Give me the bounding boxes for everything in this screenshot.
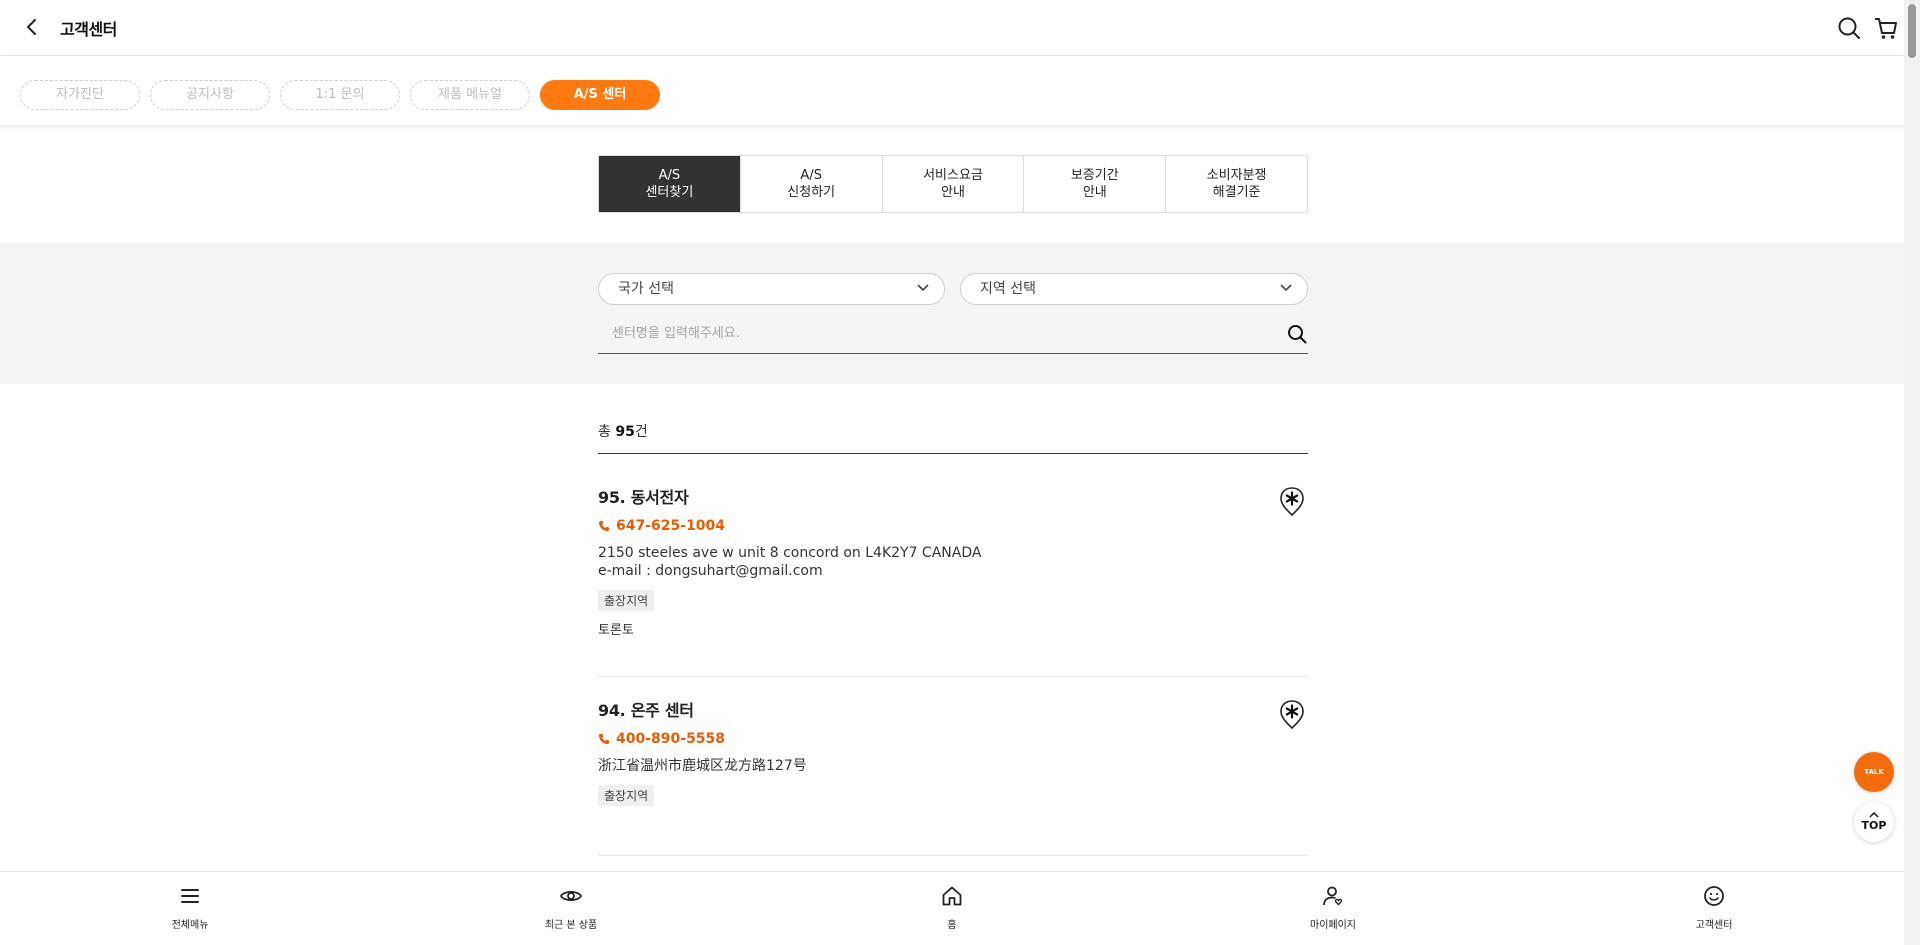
tab-service-fee[interactable]: 서비스요금 안내	[883, 156, 1025, 212]
service-area-badge: 출장지역	[598, 590, 655, 611]
center-search-input[interactable]	[612, 321, 1252, 345]
scrollbar-thumb[interactable]	[1908, 4, 1916, 58]
cart-icon[interactable]	[1872, 14, 1900, 42]
search-icon[interactable]	[1286, 323, 1308, 345]
smile-icon	[1704, 886, 1724, 906]
page-title: 고객센터	[60, 20, 117, 39]
user-icon	[1323, 886, 1343, 906]
pill-inquiry[interactable]: 1:1 문의	[280, 80, 400, 110]
nav-home[interactable]: 홈	[892, 884, 1012, 931]
center-name: 94. 온주 센터	[598, 701, 694, 720]
scroll-top-button[interactable]: TOP	[1854, 802, 1894, 842]
tab-dispute-standard[interactable]: 소비자분쟁 해결기준	[1166, 156, 1307, 212]
menu-icon	[181, 889, 199, 903]
chevron-down-icon	[1280, 284, 1292, 292]
filter-area: 국가 선택 지역 선택	[0, 243, 1904, 384]
service-area-badge: 출장지역	[598, 785, 655, 806]
center-email: e-mail : dongsuhart@gmail.com	[598, 563, 823, 579]
service-area-region: 토론토	[598, 623, 634, 638]
pill-as-center[interactable]: A/S 센터	[540, 80, 660, 110]
nav-my-page[interactable]: 마이페이지	[1273, 884, 1393, 931]
phone-icon	[599, 734, 609, 744]
result-count: 95	[615, 424, 635, 440]
eye-icon	[559, 890, 583, 902]
tab-find-center[interactable]: A/S 센터찾기	[599, 156, 741, 212]
center-phone[interactable]: 400-890-5558	[598, 731, 1308, 747]
pill-self-diagnosis[interactable]: 자가진단	[20, 80, 140, 110]
center-list-item: 95. 동서전자 647-625-1004 2150 steeles ave w…	[598, 484, 1308, 677]
chevron-up-icon	[1869, 812, 1879, 818]
pill-manual[interactable]: 제품 메뉴얼	[410, 80, 530, 110]
bottom-navigation: 전체메뉴 최근 본 상품 홈 마이페이지 고객센터	[0, 871, 1904, 945]
center-phone[interactable]: 647-625-1004	[598, 518, 1308, 534]
top-header: 고객센터	[0, 0, 1904, 56]
support-category-nav: 자가진단 공지사항 1:1 문의 제품 메뉴얼 A/S 센터	[0, 57, 1904, 125]
back-arrow-icon[interactable]	[20, 15, 44, 39]
nav-recent-products[interactable]: 최근 본 상품	[511, 884, 631, 931]
center-search-row	[598, 313, 1308, 354]
page-scrollbar[interactable]	[1904, 0, 1920, 945]
center-list-item: 94. 온주 센터 400-890-5558 浙江省温州市鹿城区龙方路127号 …	[598, 697, 1308, 856]
as-sub-tabs: A/S 센터찾기 A/S 신청하기 서비스요금 안내 보증기간 안내 소비자분쟁…	[598, 155, 1308, 213]
talk-chat-button[interactable]: TALK	[1854, 752, 1894, 792]
country-select[interactable]: 국가 선택	[598, 273, 945, 305]
tab-apply-as[interactable]: A/S 신청하기	[741, 156, 883, 212]
result-total: 총 95건	[598, 421, 1308, 454]
phone-icon	[599, 521, 609, 531]
region-select[interactable]: 지역 선택	[960, 273, 1308, 305]
nav-all-menu[interactable]: 전체메뉴	[130, 884, 250, 931]
home-icon	[942, 886, 962, 906]
nav-customer-center[interactable]: 고객센터	[1654, 884, 1774, 931]
tab-warranty[interactable]: 보증기간 안내	[1024, 156, 1167, 212]
search-icon[interactable]	[1836, 15, 1862, 41]
map-pin-icon[interactable]	[1278, 486, 1306, 518]
map-pin-icon[interactable]	[1278, 699, 1306, 731]
pill-notice[interactable]: 공지사항	[150, 80, 270, 110]
chevron-down-icon	[917, 284, 929, 292]
center-address: 浙江省温州市鹿城区龙方路127号	[598, 758, 807, 774]
center-name: 95. 동서전자	[598, 488, 689, 507]
center-address: 2150 steeles ave w unit 8 concord on L4K…	[598, 544, 1308, 580]
